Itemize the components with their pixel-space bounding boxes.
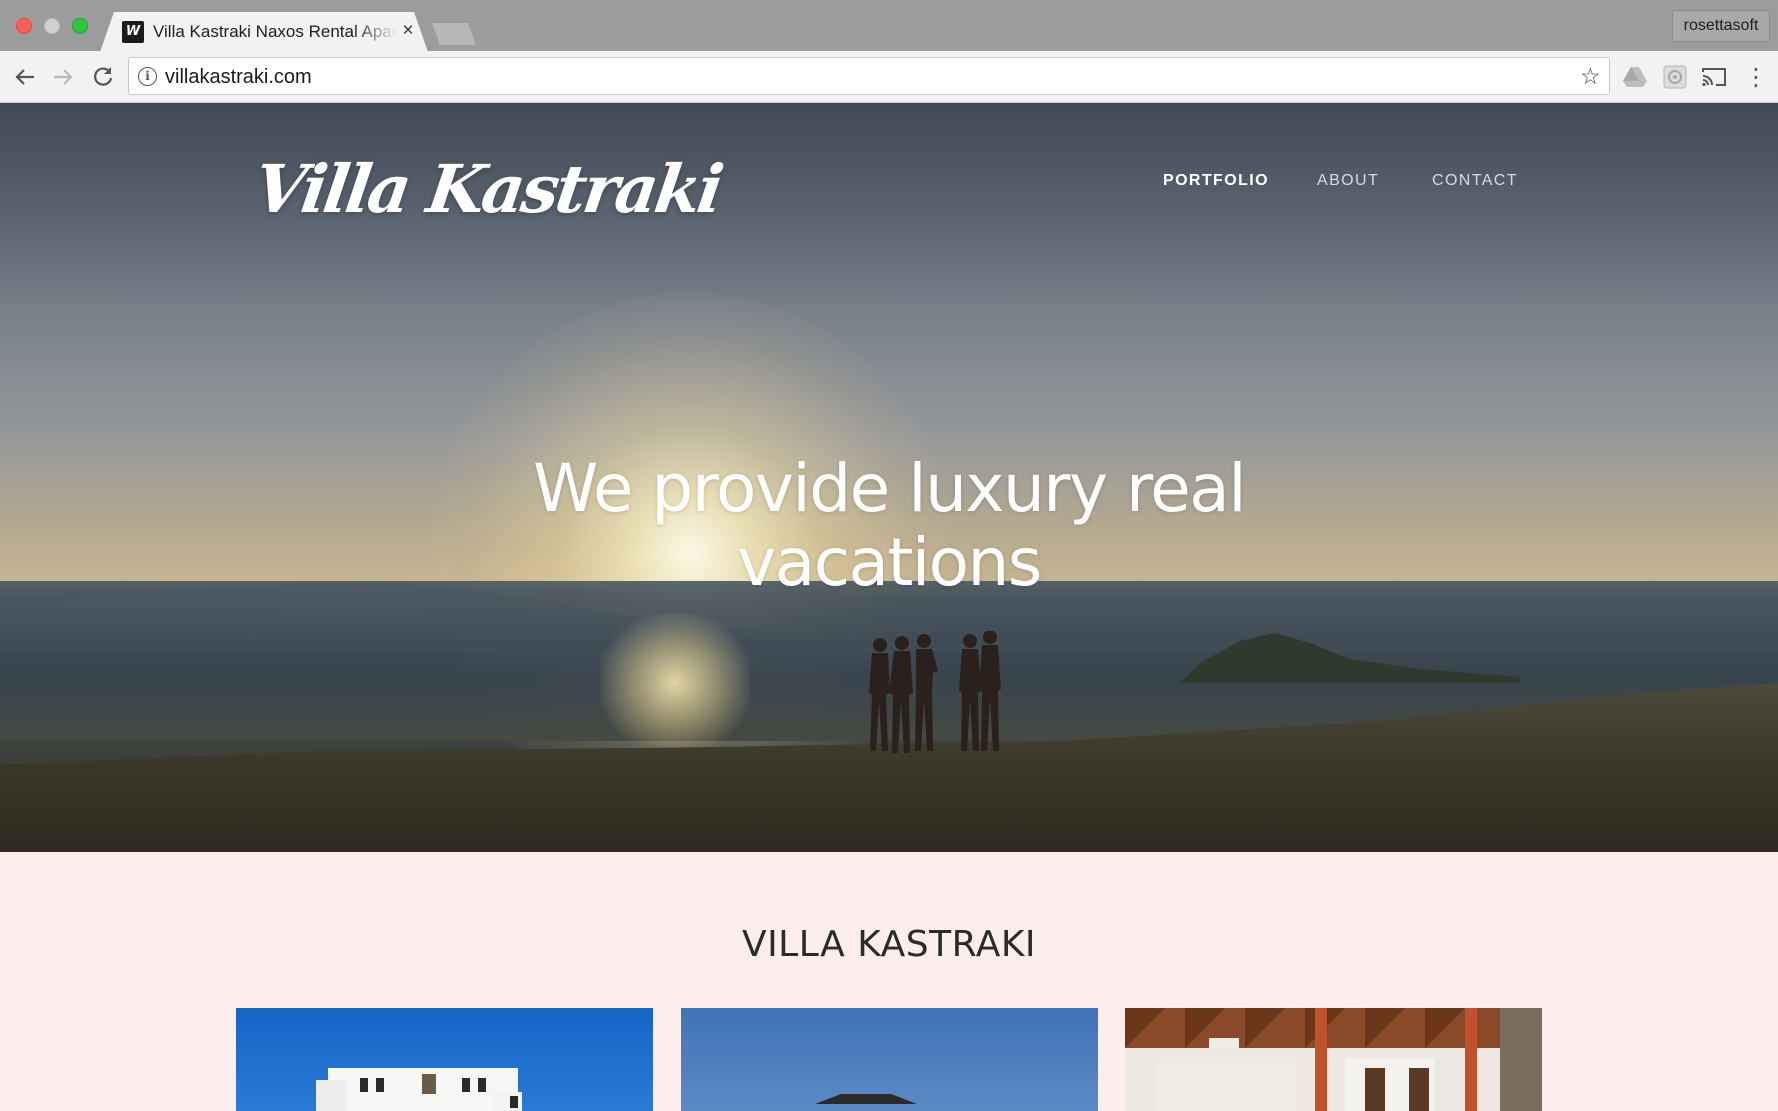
section-title: VILLA KASTRAKI [741, 924, 1037, 965]
close-window-button[interactable] [16, 18, 32, 34]
arrow-right-icon [54, 69, 73, 85]
site-favicon-icon: W [122, 21, 144, 43]
nav-portfolio-link[interactable]: PORTFOLIO [1163, 172, 1269, 190]
villa-photo [316, 1068, 522, 1111]
portfolio-card-villa-exterior[interactable] [236, 1008, 653, 1111]
star-icon[interactable]: ☆ [1580, 62, 1601, 90]
portfolio-card-terrace[interactable] [681, 1008, 1098, 1111]
address-bar[interactable] [128, 57, 1610, 95]
nav-contact-link[interactable]: CONTACT [1432, 172, 1518, 190]
site-logo[interactable]: Villa Kastraki [250, 150, 726, 228]
people-silhouettes [869, 631, 1001, 753]
cast-icon[interactable] [1700, 64, 1726, 90]
maximize-window-button[interactable] [72, 18, 88, 34]
tab-close-icon[interactable]: × [398, 19, 418, 43]
porch-photo [1125, 1008, 1542, 1111]
terrace-photo [815, 1094, 917, 1104]
back-button[interactable] [10, 62, 40, 92]
minimize-window-button[interactable] [44, 18, 60, 34]
arrow-left-icon [15, 69, 34, 85]
sun-reflection [600, 613, 750, 753]
drive-icon[interactable] [1622, 64, 1648, 90]
kebab-menu-icon[interactable]: ⋮ [1744, 64, 1768, 90]
reload-button[interactable] [88, 62, 118, 92]
tab-title[interactable]: Villa Kastraki Naxos Rental Apartments [153, 20, 397, 44]
profile-button[interactable]: rosettasoft [1672, 10, 1770, 42]
hero-headline: We provide luxury real vacations [532, 450, 1247, 601]
island [1180, 633, 1520, 683]
reload-icon [94, 67, 113, 86]
info-icon[interactable]: i [138, 67, 157, 86]
nav-about-link[interactable]: ABOUT [1317, 172, 1379, 190]
portfolio-card-porch[interactable] [1125, 1008, 1542, 1111]
forward-button[interactable] [48, 62, 78, 92]
gear-icon[interactable] [1662, 64, 1688, 90]
url-text[interactable]: villakastraki.com [165, 64, 312, 90]
